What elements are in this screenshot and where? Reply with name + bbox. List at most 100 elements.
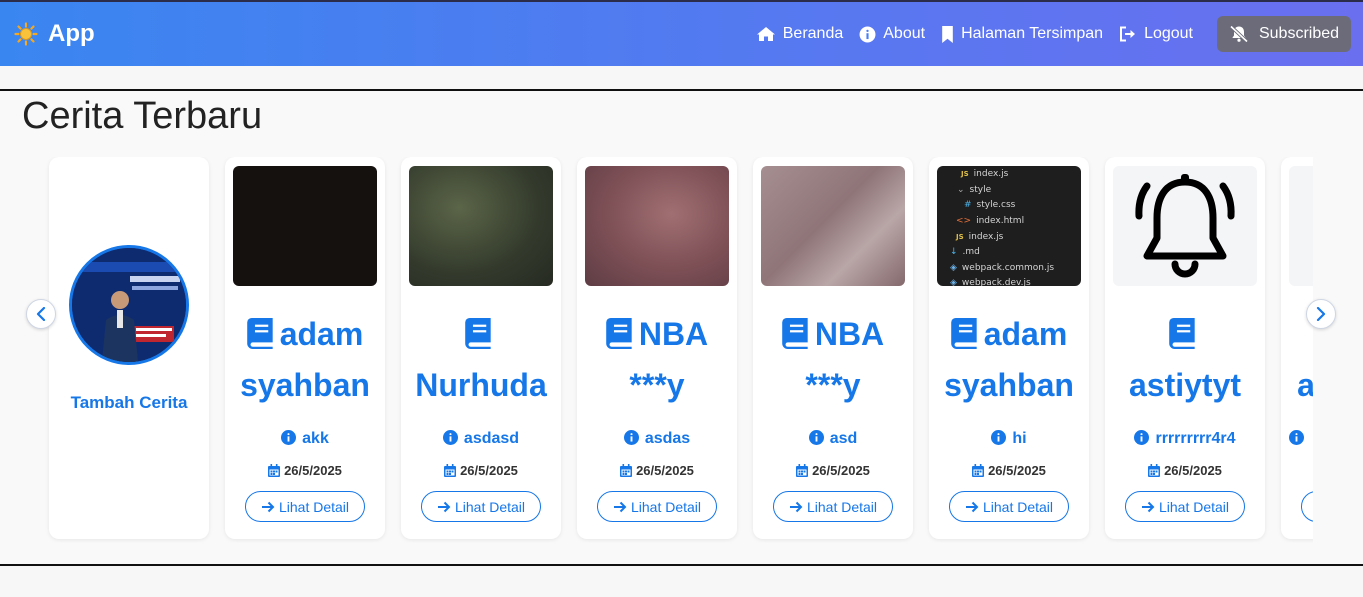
story-author: hi bbox=[929, 430, 1089, 448]
code-line: style bbox=[969, 185, 992, 195]
story-author-text: hi bbox=[1012, 430, 1027, 447]
section-title: Cerita Terbaru bbox=[22, 95, 263, 137]
bookmark-icon bbox=[942, 25, 953, 43]
code-line: webpack.dev.js bbox=[961, 278, 1031, 286]
stories-section: Cerita Terbaru Tambah Cerita adam syahba… bbox=[0, 89, 1363, 566]
story-card: a bbox=[1281, 157, 1313, 539]
chevron-left-icon bbox=[36, 307, 46, 321]
story-title: adam syahban bbox=[225, 309, 385, 411]
story-title-text: NBA ***y bbox=[629, 316, 709, 403]
arrow-right-icon bbox=[789, 501, 803, 512]
story-author: asdasd bbox=[401, 430, 561, 448]
nav-link-logout[interactable]: Logout bbox=[1119, 25, 1193, 43]
story-date-text: 26/5/2025 bbox=[636, 463, 694, 478]
story-author: asd bbox=[753, 430, 913, 448]
view-detail-button[interactable]: Lihat Detail bbox=[949, 491, 1069, 522]
code-line: index.js bbox=[973, 169, 1009, 179]
nav-link-about[interactable]: About bbox=[859, 25, 925, 43]
calendar-icon bbox=[796, 464, 809, 477]
stories-track: Tambah Cerita adam syahban akk 26/5/2025… bbox=[49, 157, 1313, 539]
view-detail-label: Lihat Detail bbox=[982, 498, 1054, 515]
logout-icon bbox=[1120, 26, 1136, 42]
story-thumbnail bbox=[761, 166, 905, 286]
stories-carousel[interactable]: Tambah Cerita adam syahban akk 26/5/2025… bbox=[40, 157, 1313, 543]
story-title-text: Nurhuda bbox=[415, 367, 547, 403]
story-card: NBA ***y asd 26/5/2025 Lihat Detail bbox=[753, 157, 913, 539]
code-line: index.html bbox=[976, 216, 1025, 226]
story-author-text: asdasd bbox=[463, 430, 520, 447]
info-icon bbox=[808, 430, 824, 445]
story-date: 26/5/2025 bbox=[225, 463, 385, 478]
story-title-text: a bbox=[1297, 367, 1313, 403]
carousel-next-button[interactable] bbox=[1306, 299, 1336, 329]
subscribed-button[interactable]: Subscribed bbox=[1217, 16, 1351, 52]
story-title: adam syahban bbox=[929, 309, 1089, 411]
bell-icon bbox=[1135, 174, 1235, 278]
story-author: asdas bbox=[577, 430, 737, 448]
view-detail-button[interactable]: Lihat Detail bbox=[773, 491, 893, 522]
info-icon bbox=[442, 430, 458, 445]
info-icon bbox=[1288, 430, 1304, 445]
story-author: rrrrrrrrr4r4 bbox=[1105, 430, 1265, 448]
story-thumbnail bbox=[1289, 166, 1313, 286]
story-author-text: akk bbox=[302, 430, 329, 447]
navbar: App Beranda About Halaman Tersimpan Logo… bbox=[0, 0, 1363, 66]
arrow-right-icon bbox=[613, 501, 627, 512]
story-card: adam syahban akk 26/5/2025 Lihat Detail bbox=[225, 157, 385, 539]
avatar bbox=[69, 245, 189, 365]
view-detail-label: Lihat Detail bbox=[454, 498, 526, 515]
nav-link-label: Beranda bbox=[782, 25, 844, 42]
story-date: 26/5/2025 bbox=[929, 463, 1089, 478]
view-detail-button[interactable] bbox=[1301, 491, 1313, 522]
book-icon bbox=[950, 318, 977, 349]
story-date-text: 26/5/2025 bbox=[812, 463, 870, 478]
story-card: NBA ***y asdas 26/5/2025 Lihat Detail bbox=[577, 157, 737, 539]
home-icon bbox=[756, 27, 775, 41]
story-date-text: 26/5/2025 bbox=[1164, 463, 1222, 478]
bell-slash-icon bbox=[1229, 25, 1249, 43]
add-story-label[interactable]: Tambah Cerita bbox=[49, 389, 209, 416]
story-card: astiytyt rrrrrrrrr4r4 26/5/2025 Lihat De… bbox=[1105, 157, 1265, 539]
book-icon bbox=[782, 318, 808, 349]
story-date: 26/5/2025 bbox=[753, 463, 913, 478]
info-icon bbox=[1134, 430, 1150, 445]
nav-link-halaman-tersimpan[interactable]: Halaman Tersimpan bbox=[941, 25, 1103, 43]
story-thumbnail bbox=[585, 166, 729, 286]
story-thumbnail: JS index.js ⌄ style # style.css <> index.htm… bbox=[937, 166, 1081, 286]
code-line: .md bbox=[962, 247, 980, 257]
info-icon bbox=[859, 26, 876, 42]
story-thumbnail bbox=[409, 166, 553, 286]
nav-link-label: About bbox=[883, 25, 926, 42]
nav-link-beranda[interactable]: Beranda bbox=[756, 25, 844, 43]
chevron-right-icon bbox=[1316, 307, 1326, 321]
avatar-photo bbox=[72, 248, 186, 362]
brand[interactable]: App bbox=[14, 20, 95, 48]
code-line: index.js bbox=[968, 232, 1004, 242]
book-icon bbox=[1168, 318, 1195, 349]
view-detail-button[interactable]: Lihat Detail bbox=[597, 491, 717, 522]
story-author-text: rrrrrrrrr4r4 bbox=[1155, 430, 1236, 447]
nav-links: Beranda About Halaman Tersimpan Logout S… bbox=[740, 16, 1351, 52]
story-author-text: asd bbox=[829, 430, 858, 447]
nav-link-label: Halaman Tersimpan bbox=[961, 25, 1104, 42]
story-title: NBA ***y bbox=[577, 309, 737, 411]
book-icon bbox=[464, 318, 491, 349]
story-title: a bbox=[1281, 309, 1313, 411]
story-author bbox=[1281, 430, 1313, 448]
view-detail-label: Lihat Detail bbox=[806, 498, 878, 515]
view-detail-button[interactable]: Lihat Detail bbox=[421, 491, 541, 522]
view-detail-button[interactable]: Lihat Detail bbox=[1125, 491, 1245, 522]
info-icon bbox=[623, 430, 639, 445]
view-detail-label: Lihat Detail bbox=[1158, 498, 1230, 515]
story-title: astiytyt bbox=[1105, 309, 1265, 411]
view-detail-button[interactable]: Lihat Detail bbox=[245, 491, 365, 522]
story-title-text: astiytyt bbox=[1128, 367, 1242, 403]
add-story-card[interactable]: Tambah Cerita bbox=[49, 157, 209, 539]
book-icon bbox=[606, 318, 632, 349]
story-date-text: 26/5/2025 bbox=[988, 463, 1046, 478]
carousel-prev-button[interactable] bbox=[26, 299, 56, 329]
arrow-right-icon bbox=[965, 501, 979, 512]
calendar-icon bbox=[268, 464, 281, 477]
code-line: style.css bbox=[976, 200, 1016, 210]
info-icon bbox=[991, 430, 1007, 445]
